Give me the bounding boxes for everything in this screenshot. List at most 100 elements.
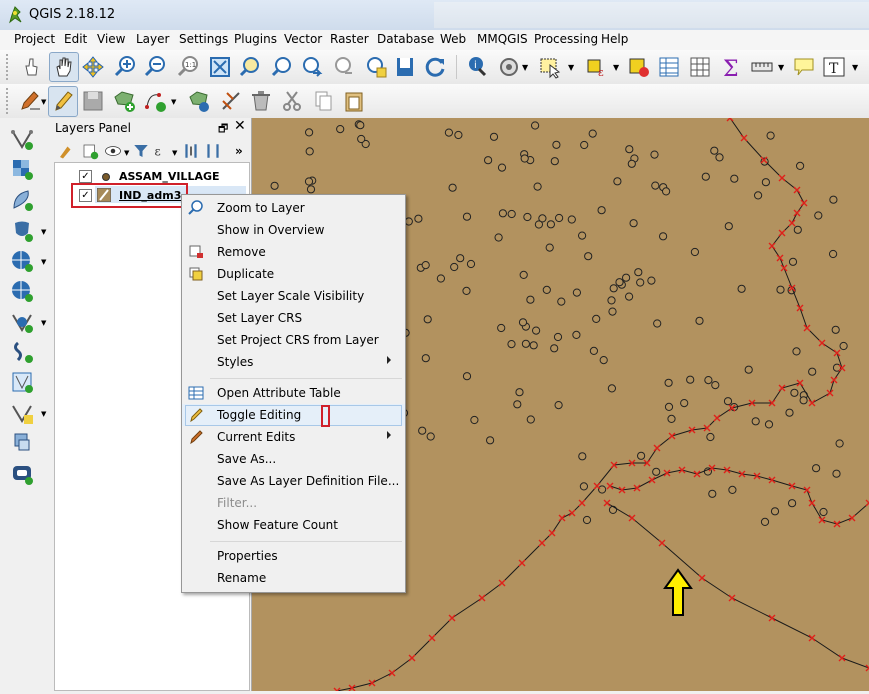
add-feature-icon[interactable] (112, 89, 136, 113)
add-wcs-layer-icon[interactable] (10, 279, 34, 303)
add-spatialite-layer-icon[interactable] (10, 188, 34, 212)
menu-raster[interactable]: Raster (330, 32, 369, 46)
more-tools-icon[interactable]: » (235, 144, 243, 158)
cut-features-icon[interactable] (280, 89, 304, 113)
add-delimited-text-layer-icon[interactable] (10, 340, 34, 364)
filter-legend-icon[interactable] (132, 142, 150, 160)
select-by-expression-icon[interactable]: ε (585, 55, 609, 79)
menu-web[interactable]: Web (440, 32, 466, 46)
toolbar-grip[interactable] (6, 54, 12, 80)
open-layer-styling-icon[interactable] (57, 142, 75, 160)
dropdown-arrow-icon[interactable]: ▼ (522, 63, 528, 72)
menu-item-open-attribute-table[interactable]: Open Attribute Table (182, 382, 405, 404)
dropdown-arrow-icon[interactable]: ▼ (172, 149, 177, 157)
menu-item-save-as[interactable]: Save As... (182, 448, 405, 470)
menu-item-set-layer-crs[interactable]: Set Layer CRS (182, 307, 405, 329)
menu-item-show-feature-count[interactable]: Show Feature Count (182, 514, 405, 536)
zoom-to-selection-icon[interactable] (238, 55, 262, 79)
refresh-icon[interactable] (423, 55, 447, 79)
toolbar-grip[interactable] (6, 88, 12, 114)
menu-mmqgis[interactable]: MMQGIS (477, 32, 528, 46)
menu-item-set-layer-scale-visibility[interactable]: Set Layer Scale Visibility (182, 285, 405, 307)
menu-view[interactable]: View (97, 32, 125, 46)
menu-item-rename[interactable]: Rename (182, 567, 405, 589)
add-virtual-layer-icon[interactable] (10, 431, 34, 455)
float-panel-icon[interactable]: 🗗 (218, 120, 228, 139)
menu-item-save-as-layer-definition[interactable]: Save As Layer Definition File... (182, 470, 405, 492)
pan-to-selection-icon[interactable] (81, 55, 105, 79)
menu-settings[interactable]: Settings (179, 32, 228, 46)
new-spatialite-layer-icon[interactable] (10, 401, 34, 425)
layer-visibility-checkbox[interactable]: ✓ (79, 170, 92, 183)
menu-item-zoom-to-layer[interactable]: Zoom to Layer (182, 197, 405, 219)
add-postgis-layer-icon[interactable] (10, 219, 34, 243)
menu-edit[interactable]: Edit (64, 32, 87, 46)
dropdown-arrow-icon[interactable]: ▼ (41, 258, 46, 266)
dropdown-arrow-icon[interactable]: ▼ (778, 63, 784, 72)
paste-features-icon[interactable] (342, 89, 366, 113)
text-annotation-icon[interactable]: T (822, 55, 846, 79)
layer-visibility-checkbox[interactable]: ✓ (79, 189, 92, 202)
new-bookmark-icon[interactable] (393, 55, 417, 79)
dropdown-arrow-icon[interactable]: ▼ (41, 98, 46, 106)
move-feature-icon[interactable] (187, 89, 211, 113)
node-tool-icon[interactable] (219, 89, 243, 113)
menu-item-current-edits[interactable]: Current Edits (182, 426, 405, 448)
deselect-features-icon[interactable] (627, 55, 651, 79)
add-wms-layer-icon[interactable] (10, 249, 34, 273)
zoom-last-icon[interactable] (300, 55, 324, 79)
menu-item-set-project-crs[interactable]: Set Project CRS from Layer (182, 329, 405, 351)
add-raster-layer-icon[interactable] (10, 157, 34, 181)
menu-item-properties[interactable]: Properties (182, 545, 405, 567)
map-tips-icon[interactable] (792, 55, 816, 79)
delete-selected-icon[interactable] (249, 89, 273, 113)
zoom-full-icon[interactable] (208, 55, 232, 79)
statistical-summary-icon[interactable]: Σ (719, 55, 743, 79)
new-shapefile-layer-icon[interactable] (10, 370, 34, 394)
menu-item-show-in-overview[interactable]: Show in Overview (182, 219, 405, 241)
add-group-icon[interactable] (81, 142, 99, 160)
menu-plugins[interactable]: Plugins (234, 32, 277, 46)
menu-item-remove[interactable]: Remove (182, 241, 405, 263)
menu-layer[interactable]: Layer (136, 32, 169, 46)
touch-icon[interactable] (20, 55, 44, 79)
collapse-all-icon[interactable] (204, 142, 222, 160)
zoom-native-icon[interactable]: 1:1 (176, 55, 200, 79)
dropdown-arrow-icon[interactable]: ▼ (852, 63, 858, 72)
current-edits-icon[interactable] (18, 89, 42, 113)
select-features-icon[interactable] (538, 55, 562, 79)
add-oracle-layer-icon[interactable] (10, 462, 34, 486)
save-layer-edits-icon[interactable] (81, 89, 105, 113)
filter-by-expression-icon[interactable]: ε (153, 142, 171, 160)
dropdown-arrow-icon[interactable]: ▼ (41, 319, 46, 327)
identify-features-icon[interactable]: i (465, 55, 489, 79)
menu-database[interactable]: Database (377, 32, 434, 46)
copy-features-icon[interactable] (311, 89, 335, 113)
menu-processing[interactable]: Processing (534, 32, 598, 46)
expand-all-icon[interactable] (182, 142, 200, 160)
dropdown-arrow-icon[interactable]: ▼ (41, 228, 46, 236)
add-vector-layer-icon[interactable] (10, 127, 34, 151)
menu-item-toggle-editing[interactable]: Toggle Editing (182, 404, 405, 427)
dropdown-arrow-icon[interactable]: ▼ (171, 98, 176, 106)
pan-hand-icon[interactable] (52, 55, 76, 79)
menu-item-styles[interactable]: Styles (182, 351, 405, 373)
menu-item-duplicate[interactable]: Duplicate (182, 263, 405, 285)
field-calculator-icon[interactable] (688, 55, 712, 79)
dropdown-arrow-icon[interactable]: ▼ (124, 149, 129, 157)
open-attribute-table-icon[interactable] (657, 55, 681, 79)
dropdown-arrow-icon[interactable]: ▼ (613, 63, 619, 72)
zoom-out-icon[interactable] (143, 55, 167, 79)
add-circular-string-icon[interactable] (143, 89, 167, 113)
zoom-in-icon[interactable] (113, 55, 137, 79)
measure-line-icon[interactable] (750, 55, 774, 79)
toggle-editing-pencil-icon[interactable] (51, 89, 75, 113)
menu-vector[interactable]: Vector (284, 32, 322, 46)
zoom-to-layer-icon[interactable] (270, 55, 294, 79)
dropdown-arrow-icon[interactable]: ▼ (41, 410, 46, 418)
menu-help[interactable]: Help (601, 32, 628, 46)
dropdown-arrow-icon[interactable]: ▼ (568, 63, 574, 72)
manage-visibility-icon[interactable] (104, 142, 122, 160)
close-panel-icon[interactable]: ✕ (234, 118, 246, 134)
add-wfs-layer-icon[interactable] (10, 310, 34, 334)
